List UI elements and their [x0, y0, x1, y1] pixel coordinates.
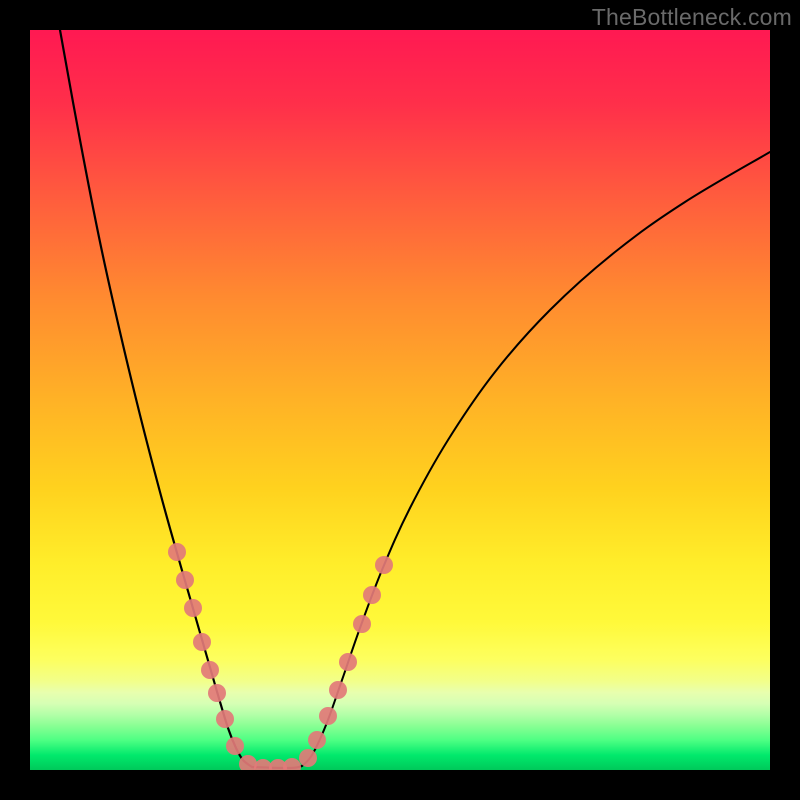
frame: TheBottleneck.com — [0, 0, 800, 800]
dot-left-dots — [226, 737, 244, 755]
curve-lines — [60, 30, 770, 768]
dot-left-dots — [201, 661, 219, 679]
series-right-arm — [302, 152, 770, 766]
dot-right-dots — [375, 556, 393, 574]
dot-right-dots — [308, 731, 326, 749]
dot-right-dots — [299, 749, 317, 767]
dot-right-dots — [319, 707, 337, 725]
series-left-arm — [60, 30, 252, 767]
dot-left-dots — [193, 633, 211, 651]
dot-right-dots — [353, 615, 371, 633]
dot-right-dots — [363, 586, 381, 604]
curve-overlay — [30, 30, 770, 770]
watermark-text: TheBottleneck.com — [592, 4, 792, 31]
dot-left-dots — [216, 710, 234, 728]
dot-left-dots — [208, 684, 226, 702]
dot-left-dots — [168, 543, 186, 561]
dot-right-dots — [329, 681, 347, 699]
dot-left-dots — [283, 758, 301, 770]
dot-left-dots — [184, 599, 202, 617]
curve-dots — [168, 543, 393, 770]
dot-right-dots — [339, 653, 357, 671]
plot-area — [30, 30, 770, 770]
dot-left-dots — [176, 571, 194, 589]
